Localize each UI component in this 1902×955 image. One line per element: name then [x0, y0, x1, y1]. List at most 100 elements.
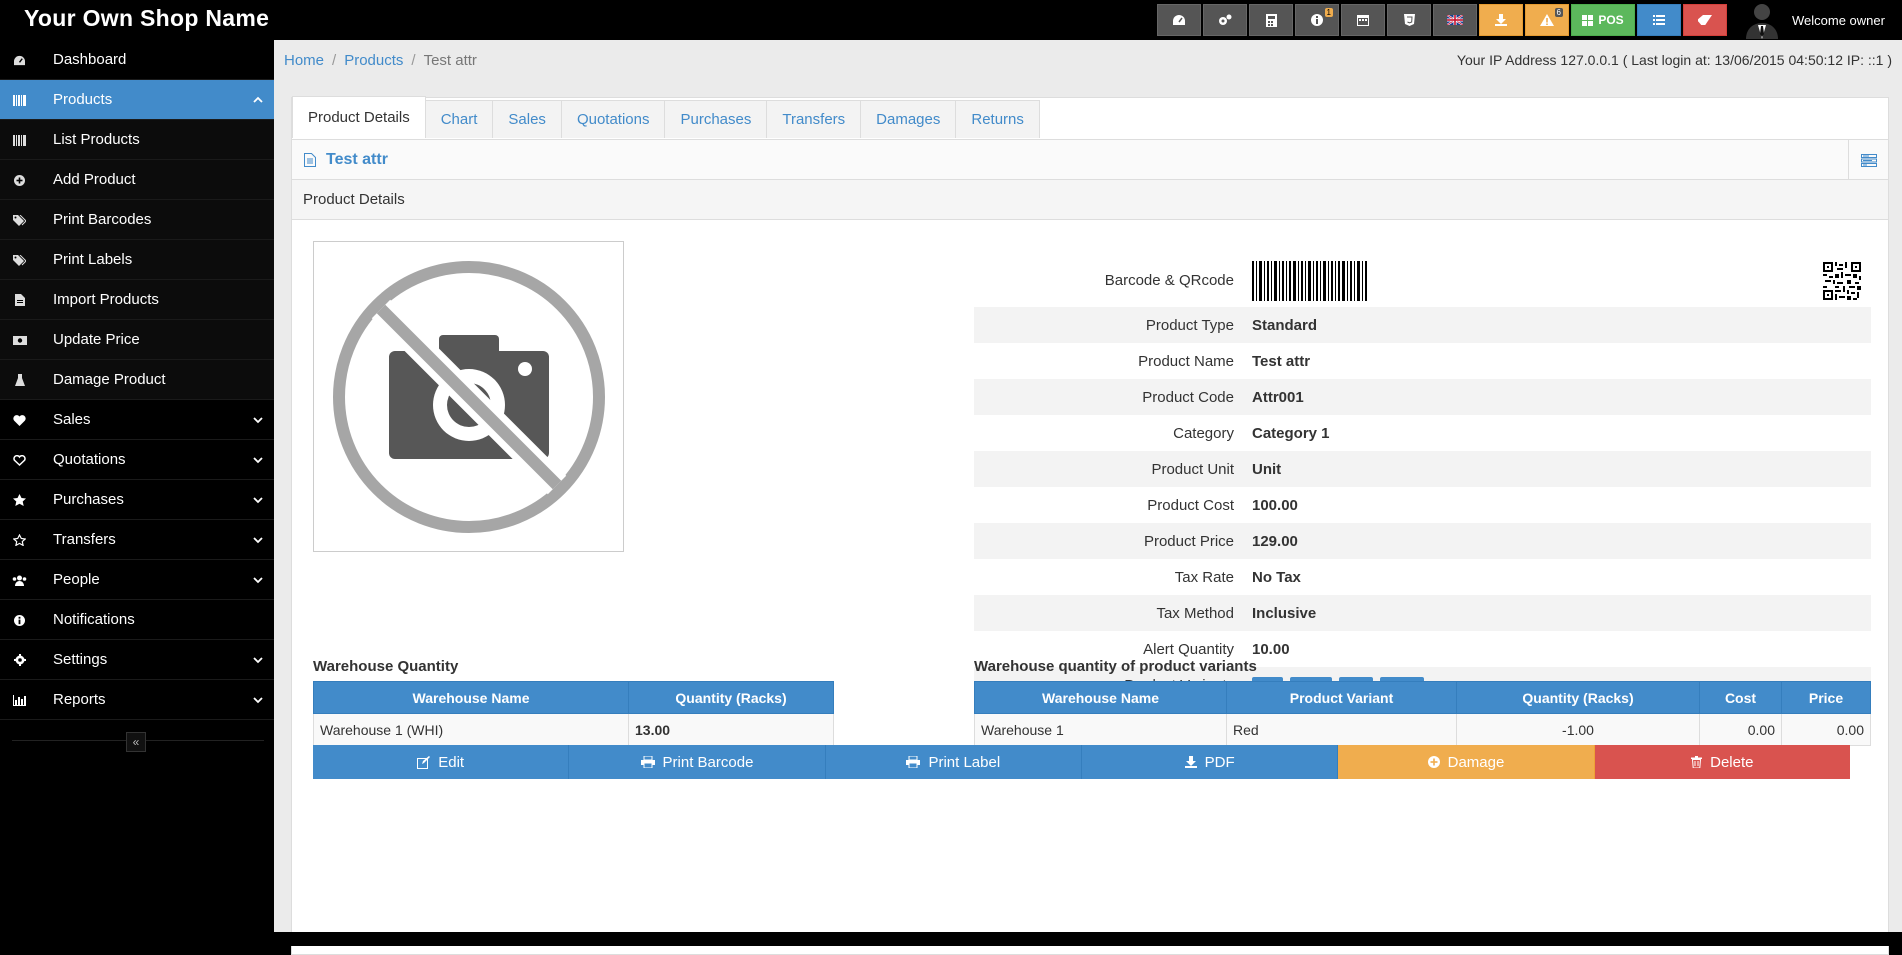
column-header: Quantity (Racks) [1456, 681, 1700, 714]
cogs-icon [1219, 14, 1232, 25]
brand-name[interactable]: Your Own Shop Name [24, 5, 269, 32]
pdf-label: PDF [1204, 753, 1235, 771]
tab-purchases[interactable]: Purchases [664, 100, 768, 138]
settings-button[interactable] [1203, 4, 1247, 36]
sidebar-item-add-product[interactable]: Add Product [0, 160, 274, 200]
download-icon [1495, 14, 1507, 26]
pos-button[interactable]: POS [1571, 4, 1635, 36]
table-row: Warehouse 1 Red -1.00 0.00 0.00 [974, 713, 1871, 746]
detail-key: Product Name [1138, 352, 1234, 370]
detail-row-tax-rate: Tax Rate No Tax [974, 559, 1871, 595]
delete-button[interactable]: Delete [1594, 745, 1850, 779]
alerts-button[interactable]: 6 [1525, 4, 1569, 36]
user-menu[interactable]: Welcome owner [1744, 0, 1885, 40]
chevron-down-icon [253, 417, 263, 424]
sidebar-item-update-price[interactable]: Update Price [0, 320, 274, 360]
sidebar-item-print-labels[interactable]: Print Labels [0, 240, 274, 280]
damage-label: Damage [1447, 753, 1505, 771]
breadcrumb-current: Test attr [423, 51, 477, 69]
list-button[interactable] [1637, 4, 1681, 36]
tab-damages[interactable]: Damages [860, 100, 957, 138]
sidebar-item-label: Reports [53, 691, 106, 708]
warehouse-quantity-title: Warehouse Quantity [313, 658, 459, 675]
file-icon [12, 293, 27, 307]
html5-icon [1403, 14, 1415, 26]
dashboard-button[interactable] [1157, 4, 1201, 36]
eraser-icon [1698, 15, 1712, 25]
detail-row-product-unit: Product Unit Unit [974, 451, 1871, 487]
barcode-row: Barcode & QRcode [974, 254, 1871, 307]
column-header: Quantity (Racks) [628, 681, 834, 714]
tab-bar: Product Details Chart Sales Quotations P… [292, 96, 1040, 138]
trash-icon [1691, 756, 1703, 768]
calculator-button[interactable] [1249, 4, 1293, 36]
heart-outline-icon [12, 453, 27, 467]
edit-button[interactable]: Edit [313, 745, 570, 779]
print-barcode-button[interactable]: Print Barcode [569, 745, 826, 779]
table-cell: Warehouse 1 [974, 713, 1227, 746]
sidebar-item-print-barcodes[interactable]: Print Barcodes [0, 200, 274, 240]
sidebar-item-reports[interactable]: Reports [0, 680, 274, 720]
html5-button[interactable] [1387, 4, 1431, 36]
column-header: Product Variant [1226, 681, 1457, 714]
sidebar-item-transfers[interactable]: Transfers [0, 520, 274, 560]
chevron-down-icon [253, 537, 263, 544]
sidebar-item-dashboard[interactable]: Dashboard [0, 40, 274, 80]
pdf-button[interactable]: PDF [1081, 745, 1339, 779]
print-icon [906, 756, 921, 768]
sidebar-item-products[interactable]: Products [0, 80, 274, 120]
sidebar-item-label: Import Products [53, 291, 159, 308]
detail-value: Test attr [1252, 352, 1311, 370]
uk-flag-icon [1447, 15, 1463, 25]
cog-icon [12, 653, 27, 667]
box-menu-button[interactable] [1848, 140, 1888, 180]
sidebar-collapse-button[interactable]: « [126, 732, 146, 752]
detail-value: No Tax [1252, 568, 1301, 586]
main-content: Home / Products / Test attr Your IP Addr… [274, 40, 1902, 955]
table-cell: 0.00 [1781, 713, 1871, 746]
sidebar-item-settings[interactable]: Settings [0, 640, 274, 680]
tab-product-details[interactable]: Product Details [292, 96, 426, 138]
welcome-text: Welcome owner [1792, 12, 1885, 28]
sidebar-item-sales[interactable]: Sales [0, 400, 274, 440]
sidebar-item-people[interactable]: People [0, 560, 274, 600]
top-toolbar: 1 6 POS [1157, 4, 1729, 36]
edit-label: Edit [438, 753, 465, 771]
download-button[interactable] [1479, 4, 1523, 36]
tab-sales[interactable]: Sales [492, 100, 562, 138]
tab-returns[interactable]: Returns [955, 100, 1040, 138]
sidebar-item-notifications[interactable]: Notifications [0, 600, 274, 640]
print-barcode-label: Print Barcode [662, 753, 754, 771]
sidebar-item-import-products[interactable]: Import Products [0, 280, 274, 320]
tab-transfers[interactable]: Transfers [766, 100, 862, 138]
damage-button[interactable]: Damage [1338, 745, 1595, 779]
language-button[interactable] [1433, 4, 1477, 36]
tab-chart[interactable]: Chart [424, 100, 494, 138]
detail-row-product-code: Product Code Attr001 [974, 379, 1871, 415]
document-icon [304, 152, 316, 167]
tags-icon [12, 213, 27, 227]
box-subheader: Product Details [292, 180, 1888, 220]
tags-icon [12, 253, 27, 267]
calendar-icon [1357, 15, 1369, 26]
breadcrumb-home[interactable]: Home [284, 52, 324, 69]
tab-quotations[interactable]: Quotations [560, 100, 666, 138]
calendar-button[interactable] [1341, 4, 1385, 36]
info-button[interactable]: 1 [1295, 4, 1339, 36]
print-label-label: Print Label [928, 753, 1001, 771]
breadcrumb-products[interactable]: Products [344, 52, 403, 69]
sidebar-item-quotations[interactable]: Quotations [0, 440, 274, 480]
detail-key: Product Cost [1147, 496, 1234, 514]
star-icon [12, 493, 27, 507]
sidebar-item-purchases[interactable]: Purchases [0, 480, 274, 520]
sidebar-item-label: Print Barcodes [53, 211, 152, 228]
footer-bar [282, 932, 1902, 946]
eraser-button[interactable] [1683, 4, 1727, 36]
users-icon [12, 573, 27, 587]
sidebar-item-list-products[interactable]: List Products [0, 120, 274, 160]
sidebar-item-label: Update Price [53, 331, 140, 348]
warning-icon [1540, 14, 1554, 26]
delete-label: Delete [1710, 753, 1754, 771]
sidebar-item-damage-product[interactable]: Damage Product [0, 360, 274, 400]
print-label-button[interactable]: Print Label [825, 745, 1082, 779]
